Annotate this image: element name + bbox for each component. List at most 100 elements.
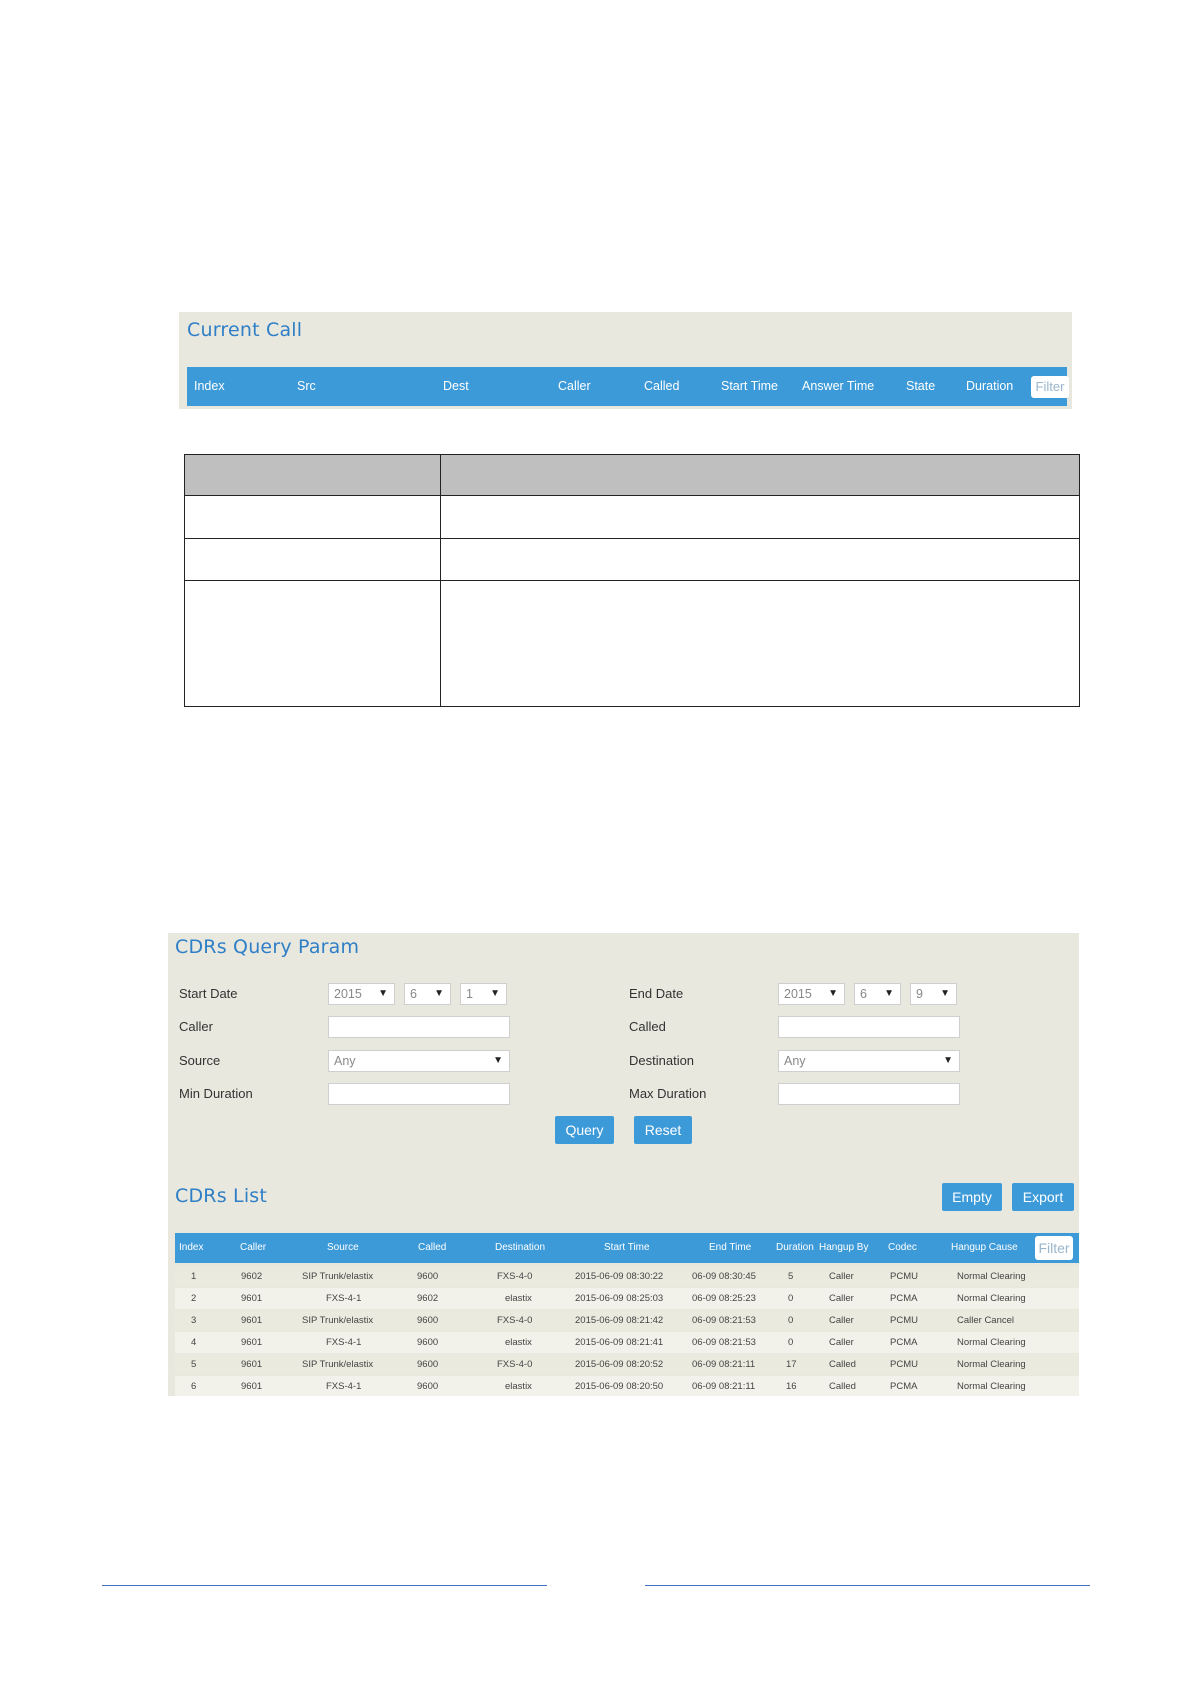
cell-caller: 9601 [241,1381,263,1392]
column-end-time: End Time [709,1242,752,1253]
cell-called: 9600 [417,1315,439,1326]
current-call-filter-button[interactable]: Filter [1031,376,1069,398]
chevron-down-icon: ▼ [434,988,444,999]
table-row[interactable]: 4 9601 FXS-4-1 9600 elastix 2015-06-09 0… [175,1332,1079,1353]
table-row[interactable]: 2 9601 FXS-4-1 9602 elastix 2015-06-09 0… [175,1288,1079,1309]
cell-duration: 0 [788,1337,794,1348]
cell-index: 3 [191,1315,197,1326]
cell-caller: 9601 [241,1337,263,1348]
cell-start-time: 2015-06-09 08:25:03 [575,1293,664,1304]
cell-hangup-by: Called [829,1381,856,1392]
current-call-title: Current Call [187,319,303,341]
called-input[interactable] [778,1016,960,1038]
cell-index: 5 [191,1359,197,1370]
column-destination: Destination [495,1242,546,1253]
column-source: Source [327,1242,359,1253]
cdr-list-filter-button[interactable]: Filter [1035,1236,1073,1260]
table-row [184,580,1080,707]
table-row[interactable]: 3 9601 SIP Trunk/elastix 9600 FXS-4-0 20… [175,1310,1079,1331]
table-row[interactable]: 5 9601 SIP Trunk/elastix 9600 FXS-4-0 20… [175,1354,1079,1375]
cell-codec: PCMA [890,1381,918,1392]
cell-hangup-cause: Normal Clearing [957,1359,1026,1370]
column-called: Called [644,379,680,393]
source-select[interactable]: Any ▼ [328,1050,510,1072]
column-src: Src [297,379,316,393]
cell-index: 1 [191,1271,197,1282]
footer-rule-left [102,1585,547,1586]
cell-source: SIP Trunk/elastix [302,1271,374,1282]
min-duration-input[interactable] [328,1083,510,1105]
column-start-time: Start Time [721,379,778,393]
cell-end-time: 06-09 08:21:53 [692,1337,756,1348]
chevron-down-icon: ▼ [378,988,388,999]
cell-source: SIP Trunk/elastix [302,1315,374,1326]
cell-end-time: 06-09 08:30:45 [692,1271,756,1282]
cell-start-time: 2015-06-09 08:20:52 [575,1359,664,1370]
start-day-value: 1 [466,987,473,1001]
column-index: Index [179,1242,204,1253]
cell-codec: PCMU [890,1359,918,1370]
max-duration-input[interactable] [778,1083,960,1105]
table-cell [184,495,441,539]
cell-source: FXS-4-1 [326,1337,362,1348]
chevron-down-icon: ▼ [490,988,500,999]
destination-label: Destination [629,1053,695,1068]
table-cell [440,495,1080,539]
column-start-time: Start Time [604,1242,650,1253]
destination-value: Any [784,1054,806,1068]
table-row[interactable]: 6 9601 FXS-4-1 9600 elastix 2015-06-09 0… [175,1376,1079,1396]
cell-hangup-cause: Normal Clearing [957,1293,1026,1304]
chevron-down-icon: ▼ [884,988,894,999]
cell-called: 9600 [417,1381,439,1392]
cell-destination: elastix [505,1337,532,1348]
table-row [184,538,1080,581]
cell-codec: PCMA [890,1337,918,1348]
cell-hangup-cause: Normal Clearing [957,1271,1026,1282]
cell-start-time: 2015-06-09 08:20:50 [575,1381,664,1392]
table-cell [440,538,1080,581]
called-label: Called [629,1019,666,1034]
end-month-select[interactable]: 6 ▼ [854,983,901,1005]
cell-caller: 9601 [241,1293,263,1304]
end-date-label: End Date [629,986,684,1001]
empty-button[interactable]: Empty [942,1183,1002,1211]
start-month-select[interactable]: 6 ▼ [404,983,451,1005]
cell-called: 9602 [417,1293,439,1304]
table-cell [184,454,441,496]
start-year-select[interactable]: 2015 ▼ [328,983,395,1005]
cell-caller: 9602 [241,1271,263,1282]
start-day-select[interactable]: 1 ▼ [460,983,507,1005]
cell-index: 4 [191,1337,197,1348]
cell-hangup-by: Caller [829,1337,854,1348]
max-duration-label: Max Duration [629,1086,707,1101]
caller-input[interactable] [328,1016,510,1038]
cell-hangup-by: Caller [829,1315,854,1326]
cdr-list-header: Index Caller Source Called Destination S… [175,1233,1079,1263]
cdr-query-title: CDRs Query Param [175,936,360,958]
cell-hangup-cause: Caller Cancel [957,1315,1015,1326]
query-button[interactable]: Query [555,1116,614,1144]
column-called: Called [418,1242,447,1253]
cell-end-time: 06-09 08:21:53 [692,1315,756,1326]
source-label: Source [179,1053,221,1068]
column-codec: Codec [888,1242,917,1253]
end-year-select[interactable]: 2015 ▼ [778,983,845,1005]
destination-select[interactable]: Any ▼ [778,1050,960,1072]
cell-duration: 17 [786,1359,797,1370]
cell-called: 9600 [417,1271,439,1282]
end-year-value: 2015 [784,987,812,1001]
cell-caller: 9601 [241,1359,263,1370]
cell-start-time: 2015-06-09 08:21:41 [575,1337,664,1348]
start-date-label: Start Date [179,986,238,1001]
cdr-panel: CDRs Query Param Start Date 2015 ▼ 6 ▼ 1 ▼ … [168,933,1079,1396]
column-caller: Caller [240,1242,267,1253]
chevron-down-icon: ▼ [828,988,838,999]
cdr-list-title: CDRs List [175,1185,268,1207]
cell-source: FXS-4-1 [326,1293,362,1304]
chevron-down-icon: ▼ [943,1055,953,1066]
end-day-select[interactable]: 9 ▼ [910,983,957,1005]
cell-start-time: 2015-06-09 08:30:22 [575,1271,664,1282]
reset-button[interactable]: Reset [634,1116,692,1144]
export-button[interactable]: Export [1012,1183,1074,1211]
table-row[interactable]: 1 9602 SIP Trunk/elastix 9600 FXS-4-0 20… [175,1266,1079,1287]
